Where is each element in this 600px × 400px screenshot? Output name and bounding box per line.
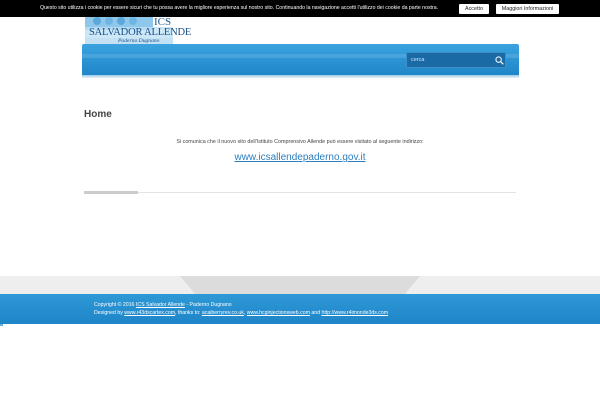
site-logo[interactable]: ICS SALVADOR ALLENDE Paderno Dugnano	[85, 15, 191, 45]
search-icon[interactable]	[495, 56, 504, 65]
cookie-accept-button[interactable]: Accetto	[459, 4, 489, 14]
divider-accent	[84, 191, 138, 194]
search-input[interactable]	[411, 53, 491, 67]
copyright-link[interactable]: ICS Salvador Allende	[136, 302, 185, 308]
thanks-text: , thanks to:	[175, 310, 202, 316]
cookie-message: Questo sito utilizza i cookie per essere…	[40, 5, 439, 11]
footer-ribbon	[0, 276, 600, 294]
cookie-more-info-button[interactable]: Maggiori Informazioni	[496, 4, 559, 14]
new-site-link[interactable]: www.icsallendepaderno.gov.it	[84, 152, 516, 163]
designed-prefix: Designed by	[94, 310, 123, 316]
search-box	[406, 52, 506, 68]
site-footer: Copyright © 2016 ICS Salvador Allende - …	[0, 294, 600, 324]
corner-mark	[0, 324, 3, 326]
page-title: Home	[84, 109, 112, 120]
designer-link[interactable]: www.r43dscartex.com	[124, 310, 175, 316]
and-text: and	[309, 310, 322, 316]
content-divider	[84, 192, 516, 193]
footer-copyright: Copyright © 2016 ICS Salvador Allende - …	[94, 302, 232, 308]
thanks-link-2[interactable]: www.hcginjectionsweb.com	[247, 310, 310, 316]
copyright-prefix: Copyright © 2016	[94, 302, 135, 308]
footer-credits: Designed by www.r43dscartex.com, thanks …	[94, 310, 389, 316]
copyright-suffix: - Paderno Dugnano	[184, 302, 232, 308]
thanks-link-3[interactable]: http://www.r4imonde3ds.com	[321, 310, 388, 316]
thanks-link-1[interactable]: acaiberryrev.co.uk	[202, 310, 244, 316]
notice-text: Si comunica che il nuovo sito dell'Istit…	[176, 139, 424, 145]
logo-name: SALVADOR ALLENDE	[89, 27, 192, 38]
